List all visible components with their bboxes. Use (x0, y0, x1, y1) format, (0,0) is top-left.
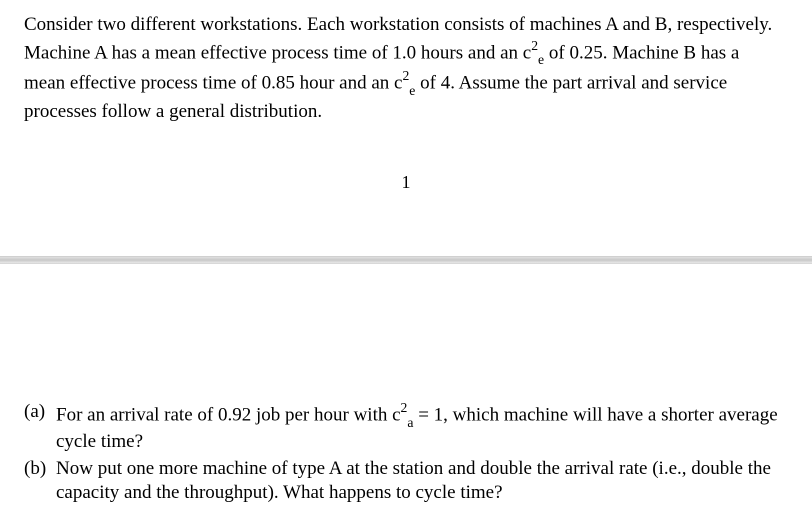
question-b-text: Now put one more machine of type A at th… (56, 457, 784, 506)
question-a: (a) For an arrival rate of 0.92 job per … (24, 400, 784, 455)
sup-e1: 2 (531, 38, 538, 53)
qa-sup: 2 (401, 400, 408, 415)
problem-intro: Consider two different workstations. Eac… (0, 0, 812, 124)
page-number: 1 (0, 172, 812, 193)
sup-e2: 2 (402, 68, 409, 83)
sub-e2: e (409, 83, 415, 98)
question-b: (b) Now put one more machine of type A a… (24, 457, 784, 506)
question-b-label: (b) (24, 457, 56, 506)
question-a-label: (a) (24, 400, 56, 455)
page-divider (0, 256, 812, 264)
question-a-text: For an arrival rate of 0.92 job per hour… (56, 400, 784, 455)
sub-e1: e (538, 52, 544, 67)
qa-sub: a (407, 415, 413, 430)
qa-pre: For an arrival rate of 0.92 job per hour… (56, 404, 401, 425)
questions-section: (a) For an arrival rate of 0.92 job per … (24, 400, 784, 508)
